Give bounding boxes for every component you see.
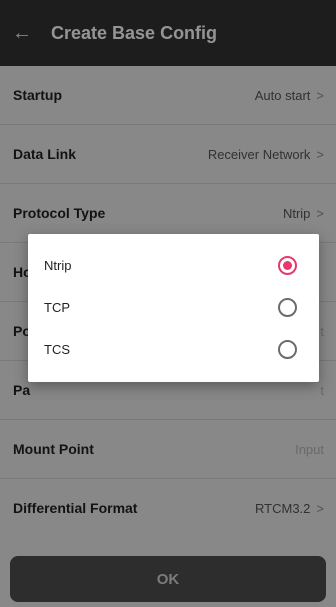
radio-unchecked-icon[interactable] xyxy=(278,339,297,359)
option-ntrip[interactable]: Ntrip xyxy=(28,244,319,286)
radio-checked-icon[interactable] xyxy=(278,255,297,275)
radio-unchecked-icon[interactable] xyxy=(278,297,297,317)
option-label: TCS xyxy=(44,341,70,357)
protocol-type-dialog: Ntrip TCP TCS xyxy=(28,234,319,382)
option-tcp[interactable]: TCP xyxy=(28,286,319,328)
option-label: TCP xyxy=(44,299,70,315)
option-label: Ntrip xyxy=(44,257,72,273)
option-tcs[interactable]: TCS xyxy=(28,328,319,370)
